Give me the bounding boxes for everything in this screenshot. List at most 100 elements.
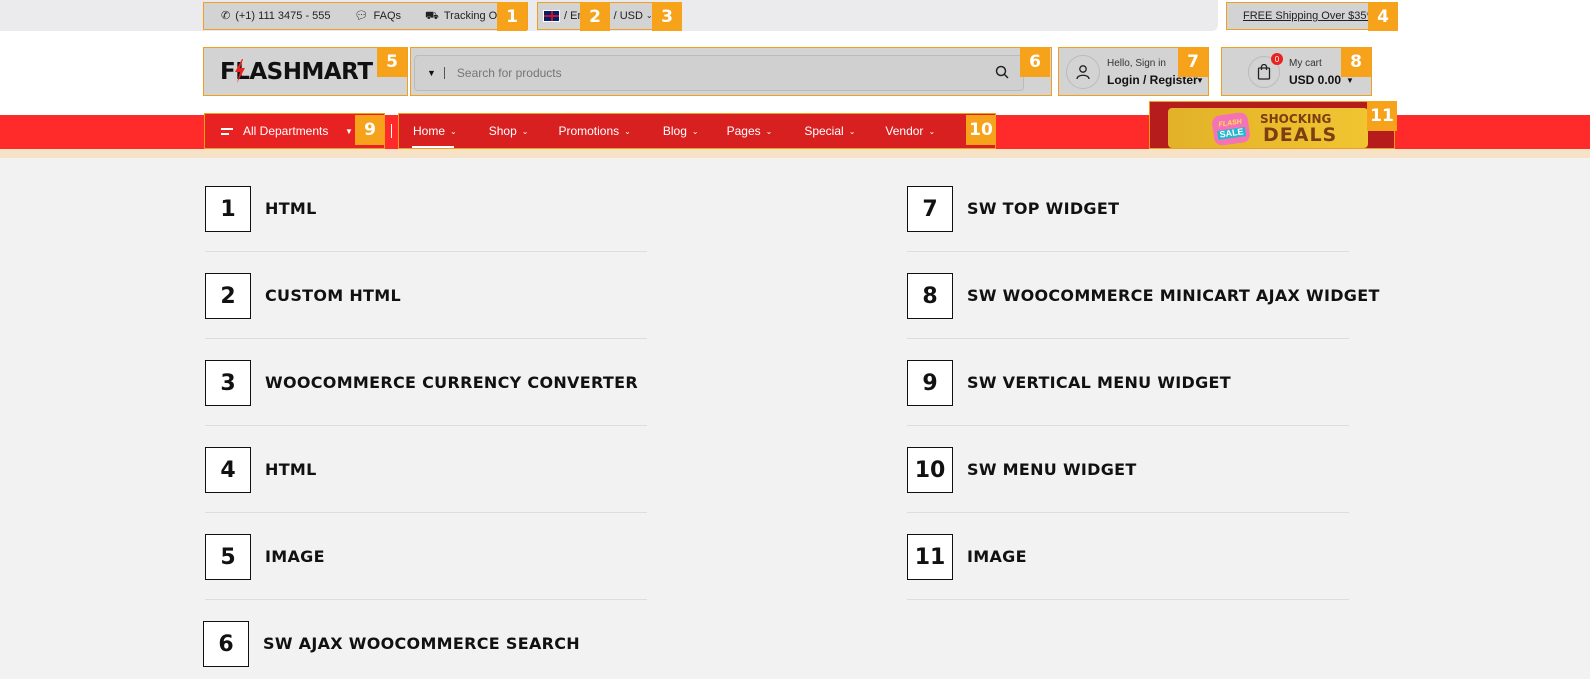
legend-number: 8: [907, 273, 953, 319]
search-form: ▼: [414, 55, 1024, 91]
menu-widget: Home ⌄ Shop ⌄ Promotions ⌄ Blog ⌄ Pages ⌄ Special ⌄…: [398, 113, 996, 149]
legend-label: SW AJAX WOOCOMMERCE SEARCH: [263, 634, 580, 653]
nav-item-label: Vendor: [885, 124, 924, 138]
legend-separator: [205, 251, 647, 252]
search-divider: [443, 67, 445, 79]
nav-item-promotions[interactable]: Promotions ⌄: [558, 124, 630, 138]
active-nav-underline: [412, 146, 454, 148]
legend-separator: [907, 338, 1349, 339]
topbar-html-widget: ✆ (+1) 111 3475 - 555 💬︎ FAQs ⛟ Tracking…: [203, 2, 528, 30]
shipping-link[interactable]: FREE Shipping Over $35*: [1243, 10, 1371, 22]
menu-lines-icon: [221, 127, 233, 135]
chevron-down-icon: ⌄: [450, 126, 457, 136]
sale-text: SALE: [1217, 126, 1247, 140]
chat-icon: 💬︎: [354, 9, 369, 22]
search-widget: ▼: [410, 47, 1052, 96]
truck-icon: ⛟: [425, 9, 439, 22]
legend-separator: [205, 599, 647, 600]
nav-item-pages[interactable]: Pages ⌄: [727, 124, 773, 138]
shocking-deals-banner[interactable]: FLASH SALE SHOCKING DEALS: [1149, 101, 1395, 149]
nav-item-label: Blog: [662, 124, 687, 138]
search-icon[interactable]: [995, 65, 1009, 84]
badge-6: 6: [1020, 47, 1050, 77]
badge-4: 4: [1368, 2, 1398, 31]
legend-number: 7: [907, 186, 953, 232]
badge-9: 9: [355, 115, 385, 145]
legend-number: 2: [205, 273, 251, 319]
faqs-text: FAQs: [373, 10, 402, 22]
legend-label: CUSTOM HTML: [265, 286, 401, 305]
search-input[interactable]: [456, 66, 957, 80]
cart-label: My cart: [1289, 58, 1322, 69]
nav-item-label: Pages: [726, 124, 761, 138]
badge-2: 2: [580, 2, 610, 31]
badge-3: 3: [652, 2, 682, 31]
currency-selector[interactable]: / USD: [614, 10, 643, 22]
caret-down-icon: ▼: [1196, 76, 1204, 85]
badge-8: 8: [1341, 47, 1371, 77]
legend-number: 10: [907, 447, 953, 493]
legend-label: WOOCOMMERCE CURRENCY CONVERTER: [265, 373, 638, 392]
chevron-down-icon: ⌄: [624, 126, 631, 136]
legend-separator: [205, 338, 647, 339]
legend-label: HTML: [265, 460, 317, 479]
deals-text: DEALS: [1263, 124, 1338, 146]
departments-label: All Departments: [243, 124, 329, 138]
nav-item-blog[interactable]: Blog ⌄: [663, 124, 699, 138]
legend-number: 5: [205, 534, 251, 580]
legend-number: 1: [205, 186, 251, 232]
badge-11: 11: [1367, 101, 1397, 131]
phone-link[interactable]: ✆ (+1) 111 3475 - 555: [221, 10, 331, 22]
cart-total: USD 0.00: [1289, 73, 1342, 87]
chevron-down-icon: ⌄: [691, 126, 699, 136]
legend-number: 4: [205, 447, 251, 493]
legend-label: HTML: [265, 199, 317, 218]
lightning-bolt-icon: [235, 58, 245, 83]
legend-label: SW WOOCOMMERCE MINICART AJAX WIDGET: [967, 286, 1380, 305]
legend-separator: [907, 425, 1349, 426]
nav-bottom-strip: [0, 149, 1590, 158]
caret-down-icon: ▼: [345, 127, 353, 136]
legend-separator: [907, 251, 1349, 252]
legend-number: 11: [907, 534, 953, 580]
nav-item-label: Special: [804, 124, 844, 138]
badge-1: 1: [497, 2, 527, 31]
badge-7: 7: [1178, 47, 1208, 77]
legend-label: IMAGE: [265, 547, 325, 566]
badge-5: 5: [377, 47, 407, 77]
legend-separator: [907, 599, 1349, 600]
phone-text: (+1) 111 3475 - 555: [235, 10, 331, 22]
legend-label: IMAGE: [967, 547, 1027, 566]
cart-count-badge: 0: [1271, 53, 1283, 65]
nav-item-special[interactable]: Special ⌄: [804, 124, 855, 138]
nav-item-label: Promotions: [558, 124, 620, 138]
chevron-down-icon: ⌄: [848, 126, 856, 136]
nav-item-home[interactable]: Home ⌄: [413, 124, 457, 138]
legend-separator: [907, 512, 1349, 513]
legend-separator: [205, 425, 647, 426]
nav-item-label: Shop: [488, 124, 517, 138]
account-greeting: Hello, Sign in: [1107, 58, 1166, 69]
badge-10: 10: [966, 115, 996, 145]
nav-item-shop[interactable]: Shop ⌄: [489, 124, 529, 138]
site-logo: FLASHMART: [220, 58, 373, 85]
nav-item-label: Home: [413, 124, 446, 138]
legend-label: SW VERTICAL MENU WIDGET: [967, 373, 1231, 392]
chevron-down-icon: ⌄: [765, 126, 773, 136]
legend-number: 9: [907, 360, 953, 406]
legend-number: 3: [205, 360, 251, 406]
chevron-down-icon: ⌄: [928, 126, 936, 136]
phone-icon: ✆: [221, 9, 231, 22]
chevron-down-icon: ⌄: [521, 126, 529, 136]
uk-flag-icon[interactable]: [543, 10, 560, 22]
nav-divider: [391, 124, 392, 138]
faqs-link[interactable]: 💬︎ FAQs: [355, 10, 401, 22]
legend-label: SW MENU WIDGET: [967, 460, 1137, 479]
user-icon: [1066, 55, 1100, 89]
legend-label: SW TOP WIDGET: [967, 199, 1120, 218]
flash-sale-sticker: FLASH SALE: [1211, 111, 1251, 147]
legend-number: 6: [203, 621, 249, 667]
nav-item-vendor[interactable]: Vendor ⌄: [885, 124, 935, 138]
category-dropdown-icon[interactable]: ▼: [427, 68, 436, 78]
legend-separator: [205, 512, 647, 513]
